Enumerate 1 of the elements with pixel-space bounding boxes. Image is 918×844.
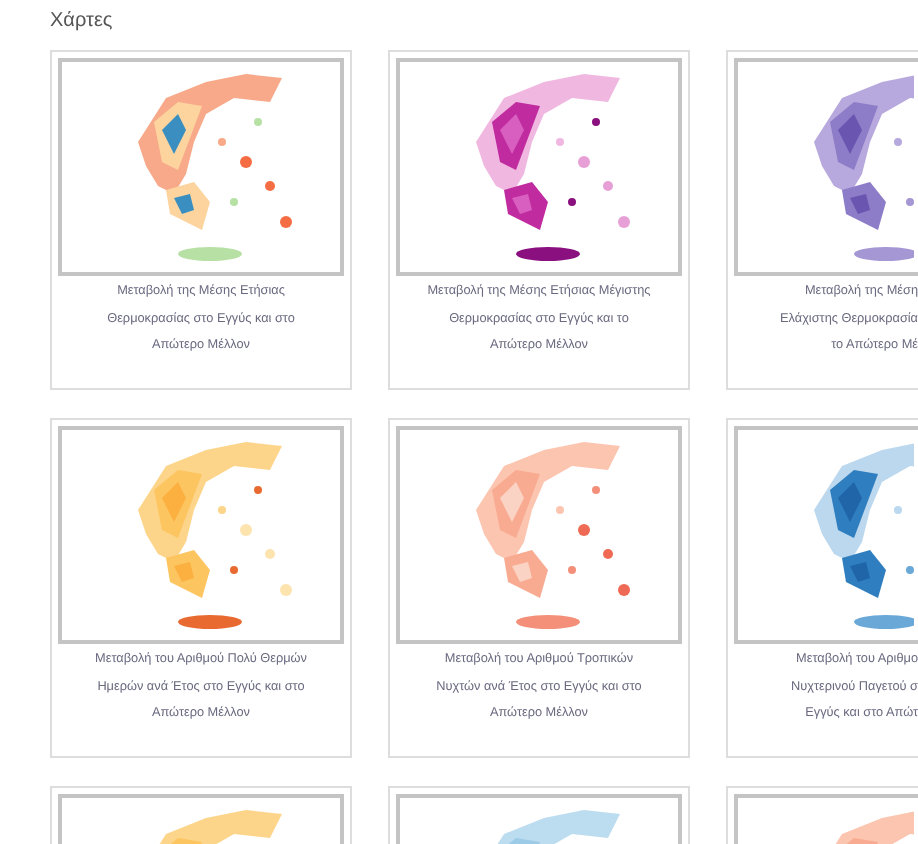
section-heading: Χάρτες [50,8,115,36]
